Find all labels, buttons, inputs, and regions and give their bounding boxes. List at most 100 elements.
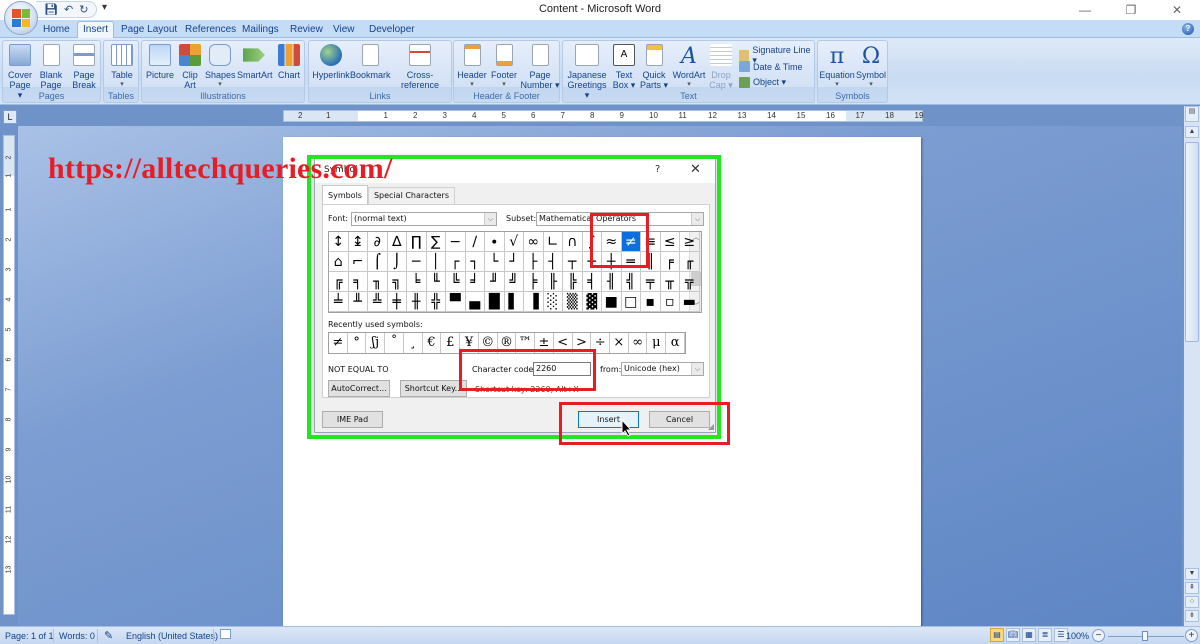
tab-insert[interactable]: Insert: [77, 21, 115, 39]
text-box-icon: A: [613, 44, 635, 66]
ruler-tick-label: 4: [472, 111, 477, 120]
vertical-ruler-tick-label: 5: [5, 327, 13, 332]
browse-object-button[interactable]: ○: [1185, 596, 1199, 608]
shapes-button[interactable]: Shapes ▾: [205, 44, 236, 90]
vertical-ruler-tick-label: 10: [5, 475, 13, 484]
page-count[interactable]: Page: 1 of 1: [5, 631, 54, 641]
clip-art-button[interactable]: Clip Art: [178, 44, 202, 90]
group-header-footer: Header ▾ Footer ▾ Page Number ▾ Header &…: [453, 40, 560, 103]
page-number-icon: [531, 44, 549, 66]
hyperlink-button[interactable]: Hyperlink: [311, 44, 351, 80]
date-time-icon: [739, 61, 750, 72]
next-page-button[interactable]: ⇟: [1185, 610, 1199, 622]
vertical-ruler-tick-label: 13: [5, 565, 13, 574]
ruler-tick-label: 15: [796, 111, 806, 120]
tab-mailings[interactable]: Mailings: [237, 22, 284, 38]
page-break-button[interactable]: Page Break: [69, 44, 99, 90]
ruler-tick-label: 16: [826, 111, 835, 120]
ruler-tick-label: 2: [298, 111, 303, 120]
wordart-button[interactable]: A WordArt ▾: [671, 44, 707, 90]
zoom-in-button[interactable]: +: [1185, 629, 1198, 642]
ruler-tick-label: 2: [413, 111, 418, 120]
zoom-level[interactable]: 100%: [1066, 631, 1089, 641]
ruler-tick-label: 7: [560, 111, 565, 120]
table-icon: [111, 44, 133, 66]
smartart-button[interactable]: SmartArt: [237, 44, 273, 80]
ribbon-tabs: Home Insert Page Layout References Maili…: [0, 20, 1200, 39]
scroll-up-button[interactable]: ▲: [1185, 126, 1199, 138]
office-logo-icon: [12, 9, 30, 27]
blank-page-button[interactable]: Blank Page: [37, 44, 65, 90]
object-button[interactable]: Object ▾: [739, 77, 786, 88]
group-label-text: Text: [680, 91, 697, 101]
vertical-scrollbar[interactable]: ▤ ▲ ▼ ⇞ ○ ⇟: [1184, 106, 1200, 626]
date-time-button[interactable]: Date & Time: [739, 61, 803, 72]
group-symbols: π Equation ▾ Ω Symbol ▾ Symbols: [817, 40, 888, 103]
ruler-tick-label: 19: [914, 111, 924, 120]
vertical-ruler[interactable]: 2 1 1 2 3 4 5 6 7 8 9 10 11 12 13: [3, 135, 15, 615]
shapes-icon: [209, 44, 231, 66]
table-button[interactable]: Table ▾: [107, 44, 137, 90]
status-bar: Page: 1 of 1 Words: 0 ✎ English (United …: [0, 626, 1200, 644]
ruler-tick-label: 9: [619, 111, 624, 120]
header-button[interactable]: Header ▾: [456, 44, 488, 90]
outline-view-icon[interactable]: ≣: [1038, 628, 1052, 642]
tab-references[interactable]: References: [180, 22, 241, 38]
web-layout-view-icon[interactable]: ▦: [1022, 628, 1036, 642]
status-separator: [213, 629, 214, 642]
tab-home[interactable]: Home: [38, 22, 75, 38]
status-separator: [97, 629, 98, 642]
group-text: Japanese Greetings ▾ A Text Box ▾ Quick …: [562, 40, 815, 103]
mouse-cursor-icon: [621, 419, 633, 437]
proofing-icon[interactable]: ✎: [104, 629, 113, 642]
view-ruler-button[interactable]: ▤: [1185, 106, 1199, 122]
ruler-tick-label: 6: [531, 111, 536, 120]
scrollbar-thumb[interactable]: [1185, 142, 1199, 342]
minimize-button[interactable]: —: [1062, 0, 1108, 20]
smartart-icon: [243, 48, 265, 62]
quick-parts-button[interactable]: Quick Parts ▾: [639, 44, 669, 90]
tab-view[interactable]: View: [328, 22, 360, 38]
zoom-slider-thumb[interactable]: [1142, 631, 1148, 641]
zoom-out-button[interactable]: −: [1092, 629, 1105, 642]
page-break-icon: [73, 44, 95, 66]
ruler-tick-label: 10: [649, 111, 658, 120]
scroll-down-button[interactable]: ▼: [1185, 568, 1199, 580]
equation-button[interactable]: π Equation ▾: [819, 44, 855, 90]
picture-button[interactable]: Picture: [145, 44, 175, 80]
vertical-ruler-tick-label: 1: [5, 207, 13, 212]
symbol-button[interactable]: Ω Symbol ▾: [855, 44, 887, 90]
office-button[interactable]: [4, 1, 38, 35]
wordart-icon: A: [681, 44, 697, 69]
restore-button[interactable]: ❐: [1108, 0, 1154, 20]
cross-reference-icon: [409, 44, 431, 66]
ruler-tick-label: 3: [442, 111, 447, 120]
drop-cap-icon: [710, 44, 732, 66]
vertical-ruler-tick-label: 3: [5, 267, 13, 272]
page-number-button[interactable]: Page Number ▾: [520, 44, 560, 90]
footer-button[interactable]: Footer ▾: [488, 44, 520, 90]
bookmark-button[interactable]: Bookmark: [350, 44, 391, 80]
word-count[interactable]: Words: 0: [59, 631, 95, 641]
annotation-red-box-symbol: [590, 213, 649, 268]
horizontal-ruler[interactable]: 2 1 1 2 3 4 5 6 7 8 9 10 11 12 13 14 15 16 17 18 19: [283, 110, 923, 122]
tab-selector-button[interactable]: L: [3, 110, 17, 124]
tab-page-layout[interactable]: Page Layout: [116, 22, 182, 38]
tab-review[interactable]: Review: [285, 22, 328, 38]
text-box-button[interactable]: A Text Box ▾: [611, 44, 637, 90]
cross-reference-button[interactable]: Cross-reference: [389, 44, 451, 90]
close-button[interactable]: ✕: [1154, 0, 1200, 20]
print-layout-view-icon[interactable]: ▤: [990, 628, 1004, 642]
full-screen-reading-view-icon[interactable]: 📖︎: [1006, 628, 1020, 642]
chart-button[interactable]: Chart: [275, 44, 303, 80]
help-icon[interactable]: ?: [1182, 23, 1194, 35]
quick-parts-icon: [645, 44, 663, 66]
drop-cap-button[interactable]: Drop Cap ▾: [708, 44, 734, 90]
language-indicator[interactable]: English (United States): [126, 631, 218, 641]
ruler-tick-label: 13: [737, 111, 747, 120]
group-label-tables: Tables: [107, 91, 134, 101]
macro-recording-icon[interactable]: [220, 629, 231, 639]
vertical-ruler-tick-label: 9: [5, 447, 13, 452]
previous-page-button[interactable]: ⇞: [1185, 582, 1199, 594]
tab-developer[interactable]: Developer: [364, 22, 420, 38]
